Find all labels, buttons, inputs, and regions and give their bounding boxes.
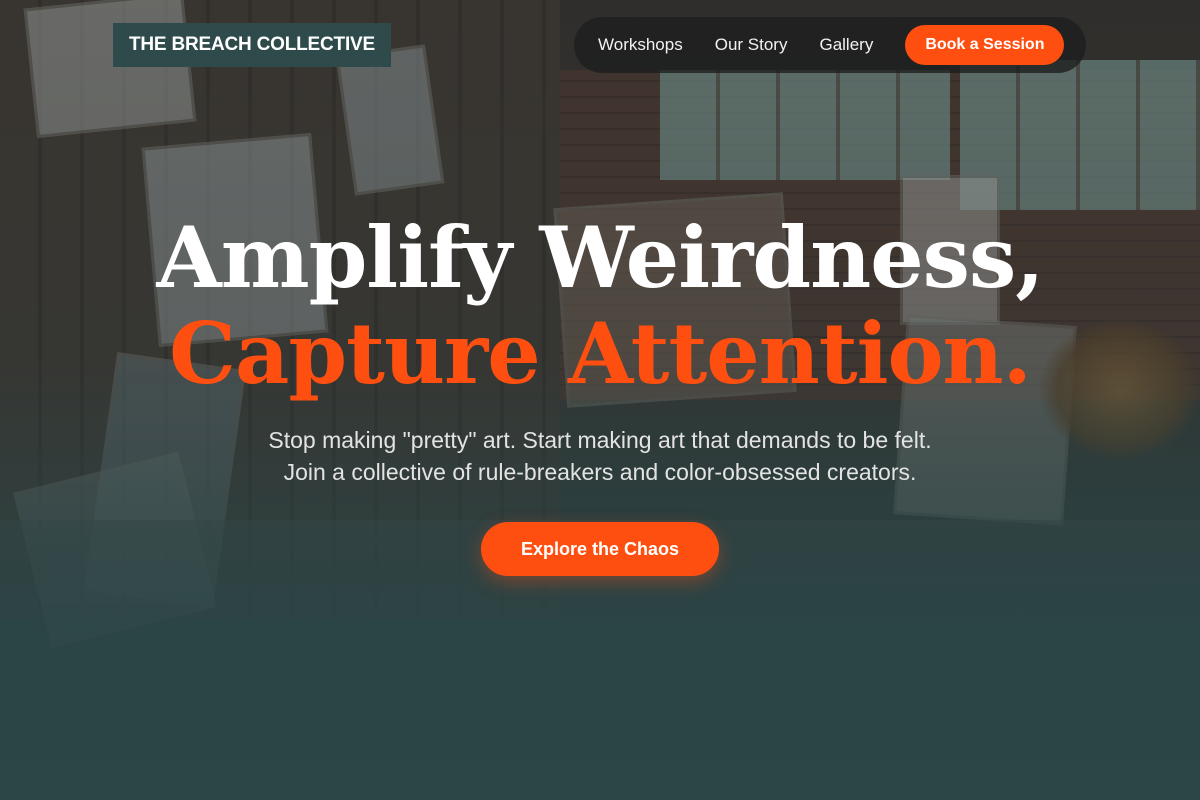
hero-subtitle: Stop making "pretty" art. Start making a…: [268, 427, 932, 485]
hero-headline: Amplify Weirdness, Capture Attention.: [0, 210, 1200, 402]
headline-line-1: Amplify Weirdness,: [156, 208, 1045, 307]
brand-logo[interactable]: THE BREACH COLLECTIVE: [113, 23, 391, 67]
explore-chaos-button[interactable]: Explore the Chaos: [480, 522, 720, 576]
nav-link-our-story[interactable]: Our Story: [715, 35, 788, 55]
nav-link-gallery[interactable]: Gallery: [819, 35, 873, 55]
book-session-button[interactable]: Book a Session: [905, 25, 1065, 65]
nav-link-workshops[interactable]: Workshops: [598, 35, 683, 55]
main-nav: Workshops Our Story Gallery Book a Sessi…: [574, 17, 1086, 73]
hero-section: Amplify Weirdness, Capture Attention. St…: [0, 210, 1200, 576]
headline-line-2: Capture Attention.: [169, 304, 1032, 403]
